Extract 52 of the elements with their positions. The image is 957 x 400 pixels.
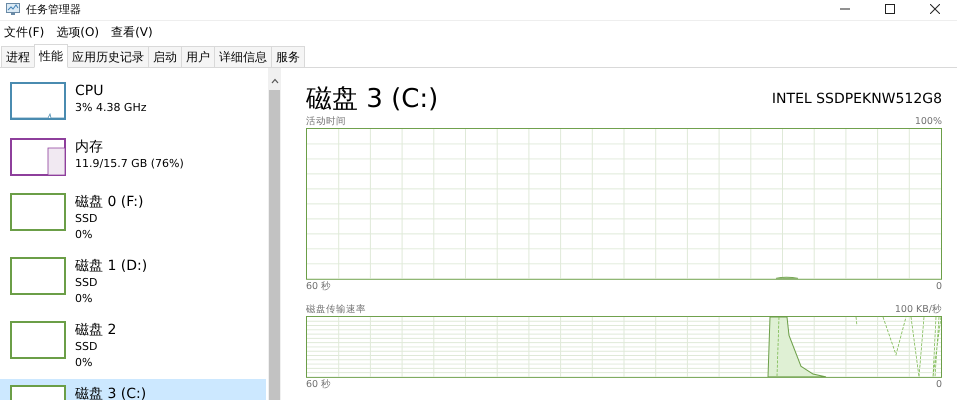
sidebar-item[interactable]: 磁盘 2 SSD 0%: [0, 315, 266, 379]
usage-graph-thumbnail: [10, 321, 66, 359]
sidebar-item[interactable]: 内存 11.9/15.7 GB (76%): [0, 132, 266, 187]
menu-item[interactable]: 查看(V): [109, 24, 159, 40]
app-icon: [6, 3, 20, 15]
sidebar-item[interactable]: CPU 3% 4.38 GHz: [0, 76, 266, 132]
tab[interactable]: 启动: [148, 46, 182, 67]
tab[interactable]: 性能: [34, 44, 68, 68]
axis-min-label: 0: [936, 379, 942, 390]
axis-min-label: 0: [936, 281, 942, 292]
sidebar-item[interactable]: 磁盘 0 (F:) SSD 0%: [0, 187, 266, 251]
graph-max-label: 100 KB/秒: [894, 302, 942, 316]
item-detail: 3% 4.38 GHz: [75, 100, 147, 116]
graph-label: 活动时间: [306, 115, 346, 128]
item-title: 磁盘 3 (C:): [75, 385, 146, 400]
disk-title: 磁盘 3 (C:): [306, 82, 438, 115]
menu-item[interactable]: 选项(O): [54, 24, 106, 40]
menu-item[interactable]: 文件(F): [2, 24, 50, 40]
graph-label: 磁盘传输速率: [306, 302, 366, 316]
tab[interactable]: 详细信息: [214, 46, 272, 67]
time-axis-label: 60 秒: [306, 280, 332, 294]
sidebar-item[interactable]: 磁盘 3 (C:): [0, 379, 266, 400]
tab[interactable]: 进程: [1, 46, 35, 67]
item-detail: SSD: [75, 339, 98, 355]
sidebar-item[interactable]: 磁盘 1 (D:) SSD 0%: [0, 251, 266, 315]
item-title: CPU: [75, 82, 104, 100]
usage-graph-thumbnail: [10, 193, 66, 231]
scroll-up-icon: [270, 78, 278, 84]
graph-max-label: 100%: [914, 116, 942, 128]
window-title: 任务管理器: [26, 2, 81, 16]
close-icon: [930, 4, 940, 14]
item-detail: 0%: [75, 355, 94, 371]
disk-model: INTEL SSDPEKNW512G8: [772, 90, 942, 109]
item-detail: SSD: [75, 275, 98, 291]
item-detail: 0%: [75, 291, 94, 307]
item-title: 磁盘 2: [75, 321, 116, 339]
item-detail: SSD: [75, 211, 98, 227]
tab[interactable]: 服务: [271, 46, 305, 67]
item-title: 磁盘 1 (D:): [75, 257, 148, 275]
tab[interactable]: 应用历史记录: [67, 46, 149, 67]
tab[interactable]: 用户: [181, 46, 215, 67]
scrollbar-thumb[interactable]: [269, 90, 280, 400]
maximize-icon: [884, 4, 894, 14]
scrollbar[interactable]: [268, 68, 281, 400]
item-detail: 0%: [75, 227, 94, 243]
item-title: 内存: [75, 138, 104, 156]
item-title: 磁盘 0 (F:): [75, 193, 144, 211]
usage-graph-thumbnail: [10, 257, 66, 295]
usage-graph-thumbnail: [10, 82, 66, 120]
item-detail: 11.9/15.7 GB (76%): [75, 156, 184, 172]
time-axis-label: 60 秒: [306, 378, 332, 392]
usage-graph-thumbnail: [10, 138, 66, 176]
